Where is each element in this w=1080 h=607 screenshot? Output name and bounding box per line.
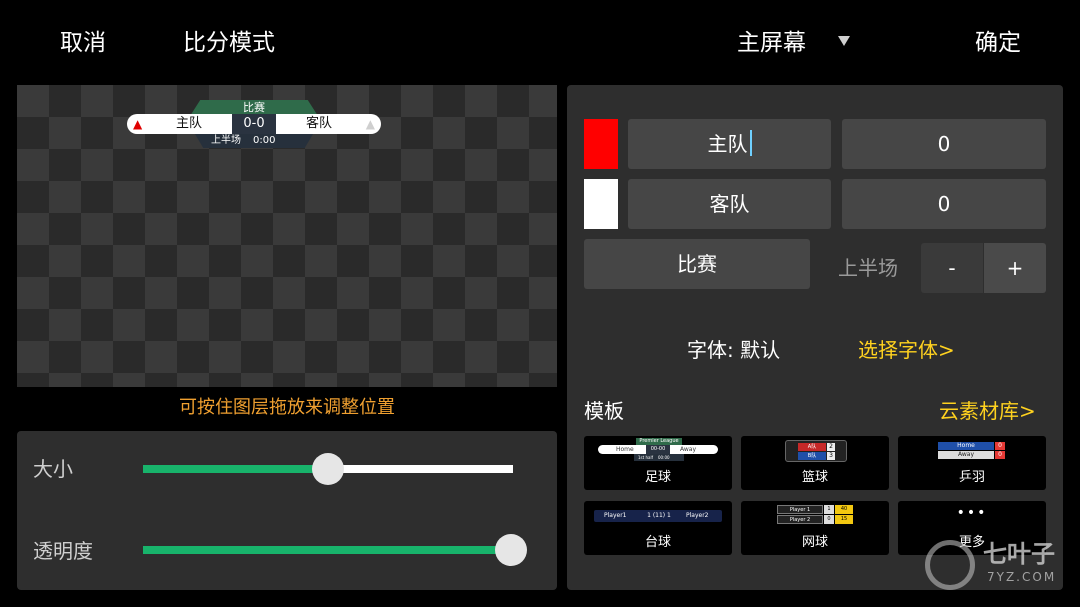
away-score-input[interactable]: 0 bbox=[842, 179, 1046, 229]
template-name: 台球 bbox=[644, 535, 671, 550]
thumb-team2: B队 bbox=[798, 452, 826, 460]
home-name-input[interactable]: 主队 bbox=[628, 119, 831, 169]
template-billiards[interactable]: Player1 1 (11) 1 Player2 台球 bbox=[584, 501, 732, 555]
opacity-slider-fill bbox=[143, 546, 511, 554]
thumb-frames: 1 (11) 1 bbox=[647, 512, 671, 519]
scoreboard-clock: 0:00 bbox=[253, 135, 276, 146]
confirm-button[interactable]: 确定 bbox=[975, 28, 1021, 58]
pingpong-thumb: Home 0 Away 0 bbox=[938, 440, 1006, 462]
thumb-away: Away bbox=[680, 446, 696, 453]
text-caret bbox=[749, 130, 752, 156]
thumb-league: Premier League bbox=[636, 438, 682, 445]
template-football[interactable]: Premier League Home 00-00 Away 1st half … bbox=[584, 436, 732, 490]
size-slider[interactable] bbox=[143, 453, 513, 485]
thumb-player2: Player 2 bbox=[777, 515, 823, 524]
preview-canvas[interactable]: 比赛 ▲ 主队 0-0 客队 ▲ 上半场 0:00 bbox=[17, 85, 557, 387]
scoreboard-home: 主队 bbox=[175, 116, 202, 131]
thumb-team2: Away bbox=[938, 451, 994, 459]
editor-panel: 主队 0 客队 0 比赛 上半场 - + 字体: 默认 选择字体> 模板 云素材… bbox=[567, 85, 1063, 590]
basketball-thumb: A队 2 B队 3 bbox=[785, 440, 847, 462]
thumb-time: 1st half 00:00 bbox=[634, 454, 684, 461]
screen-select[interactable]: 主屏幕 bbox=[737, 28, 806, 58]
period-minus-button[interactable]: - bbox=[921, 243, 983, 293]
thumb-player1: Player 1 bbox=[777, 505, 823, 514]
match-name-input[interactable]: 比赛 bbox=[584, 239, 810, 289]
triangle-down-icon[interactable] bbox=[838, 36, 850, 46]
template-name: 网球 bbox=[801, 535, 828, 550]
drag-hint: 可按住图层拖放来调整位置 bbox=[179, 397, 395, 418]
period-label: 上半场 bbox=[838, 256, 898, 280]
template-table-tennis[interactable]: Home 0 Away 0 乒羽 bbox=[898, 436, 1046, 490]
thumb-team1: Home bbox=[938, 442, 994, 450]
shirt-icon: ▲ bbox=[365, 117, 375, 131]
thumb-bar: Home 00-00 Away bbox=[598, 445, 718, 454]
size-slider-thumb[interactable] bbox=[312, 453, 344, 485]
football-thumb: Premier League Home 00-00 Away 1st half … bbox=[598, 438, 718, 464]
more-dots-icon: ••• bbox=[956, 505, 988, 521]
watermark: 七叶子 7YZ.COM bbox=[925, 538, 1065, 594]
period-plus-button[interactable]: + bbox=[984, 243, 1046, 293]
period-stepper: - + bbox=[921, 243, 1046, 293]
template-tennis[interactable]: Player 1 1 40 Player 2 0 15 网球 bbox=[741, 501, 889, 555]
home-name-value: 主队 bbox=[707, 132, 748, 156]
cancel-button[interactable]: 取消 bbox=[60, 28, 106, 58]
thumb-player1: Player1 bbox=[604, 512, 627, 519]
thumb-p1: 40 bbox=[835, 505, 853, 514]
thumb-player2: Player2 bbox=[686, 512, 709, 519]
thumb-score: 00-00 bbox=[646, 445, 670, 454]
opacity-slider[interactable] bbox=[143, 534, 527, 566]
template-name: 乒羽 bbox=[958, 470, 985, 485]
template-name: 篮球 bbox=[801, 470, 828, 485]
cloud-library-link[interactable]: 云素材库> bbox=[939, 396, 1036, 426]
scoreboard-score: 0-0 bbox=[232, 114, 276, 134]
scoreboard-bar: ▲ 主队 0-0 客队 ▲ bbox=[127, 114, 381, 134]
thumb-team1: A队 bbox=[798, 443, 826, 451]
slider-panel: 大小 透明度 bbox=[17, 431, 557, 590]
watermark-url: 7YZ.COM bbox=[987, 570, 1057, 584]
font-label: 字体: 默认 bbox=[687, 338, 781, 362]
thumb-score2: 0 bbox=[995, 451, 1005, 459]
mode-title: 比分模式 bbox=[183, 30, 275, 56]
scoreboard-layer[interactable]: 比赛 ▲ 主队 0-0 客队 ▲ 上半场 0:00 bbox=[127, 98, 381, 152]
scoreboard-time: 上半场 0:00 bbox=[195, 134, 313, 148]
opacity-label: 透明度 bbox=[33, 539, 93, 563]
thumb-score1: 2 bbox=[827, 443, 835, 451]
select-font-link[interactable]: 选择字体> bbox=[858, 335, 955, 365]
thumb-s2: 0 bbox=[824, 515, 834, 524]
top-bar: 取消 比分模式 主屏幕 确定 bbox=[0, 0, 1080, 84]
leaf-logo-icon bbox=[925, 540, 975, 590]
thumb-score1: 0 bbox=[995, 442, 1005, 450]
thumb-s1: 1 bbox=[824, 505, 834, 514]
thumb-clock: 00:00 bbox=[658, 455, 670, 460]
home-score-input[interactable]: 0 bbox=[842, 119, 1046, 169]
template-name: 足球 bbox=[644, 470, 671, 485]
size-label: 大小 bbox=[33, 457, 73, 481]
shirt-icon: ▲ bbox=[133, 117, 143, 131]
thumb-period: 1st half bbox=[638, 455, 653, 460]
watermark-name: 七叶子 bbox=[983, 540, 1055, 568]
away-name-input[interactable]: 客队 bbox=[628, 179, 831, 229]
opacity-slider-thumb[interactable] bbox=[495, 534, 527, 566]
home-color-swatch[interactable] bbox=[584, 119, 618, 169]
templates-label: 模板 bbox=[584, 399, 624, 423]
billiards-thumb: Player1 1 (11) 1 Player2 bbox=[594, 510, 722, 522]
thumb-score2: 3 bbox=[827, 452, 835, 460]
size-slider-fill bbox=[143, 465, 328, 473]
away-color-swatch[interactable] bbox=[584, 179, 618, 229]
scoreboard-away: 客队 bbox=[305, 116, 332, 131]
scoreboard-period: 上半场 bbox=[211, 135, 241, 146]
tennis-thumb: Player 1 1 40 Player 2 0 15 bbox=[777, 505, 855, 525]
thumb-p2: 15 bbox=[835, 515, 853, 524]
template-basketball[interactable]: A队 2 B队 3 篮球 bbox=[741, 436, 889, 490]
thumb-home: Home bbox=[616, 446, 634, 453]
